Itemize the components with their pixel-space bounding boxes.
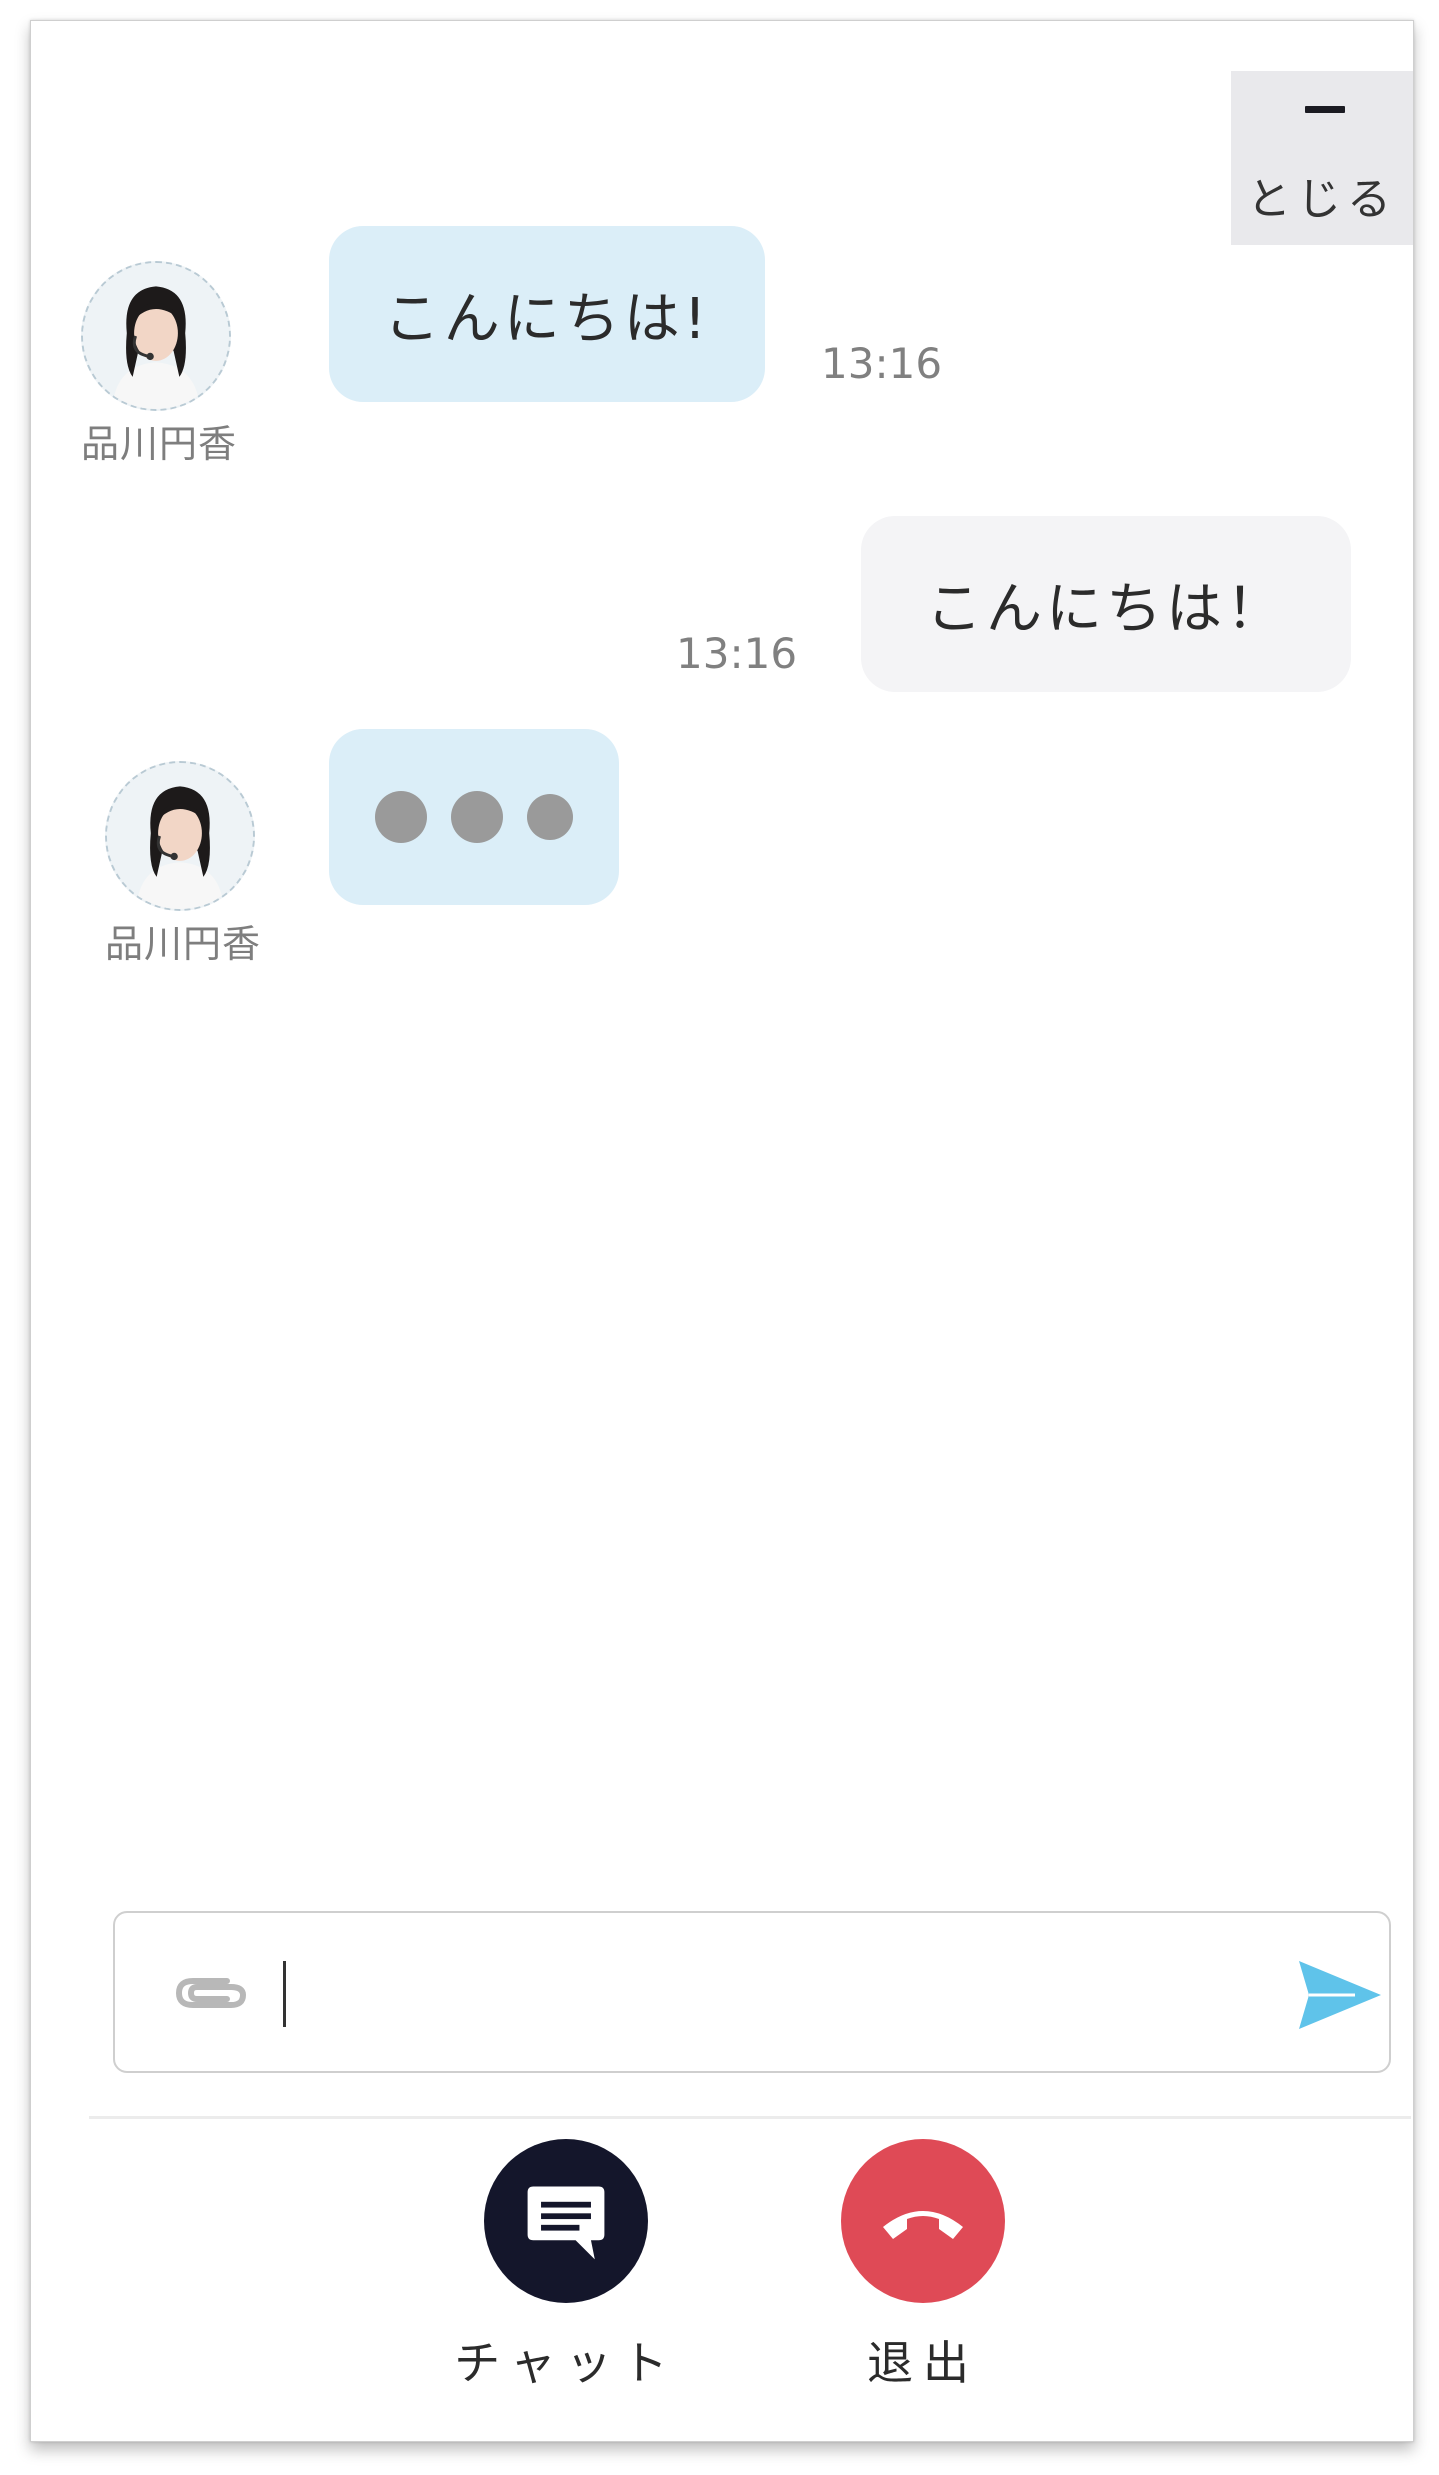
leave-button[interactable] [841,2139,1005,2303]
paperclip-icon[interactable] [169,1963,253,2023]
typing-indicator [329,729,619,905]
message-input[interactable] [275,1943,1279,2045]
phone-hangup-icon [883,2211,963,2239]
close-button[interactable]: とじる [1231,71,1413,245]
send-button[interactable] [1295,1955,1385,2035]
user-message-bubble: こんにちは！ [861,516,1351,692]
chat-bubble-icon [527,2186,605,2260]
message-time: 13:16 [821,339,943,388]
chat-button[interactable] [484,2139,648,2303]
chat-window: とじる 品川円香 こんにちは! 13:16 こんにちは！ 13:16 品川円香 … [30,20,1414,2442]
leave-label: 退出 [867,2336,979,2390]
agent-name: 品川円香 [81,422,238,466]
message-time: 13:16 [676,629,798,678]
send-icon [1299,1961,1381,2029]
typing-dot [527,794,573,840]
text-caret [283,1961,286,2027]
message-composer [113,1911,1391,2073]
typing-dot [375,791,427,843]
agent-avatar [105,761,255,911]
close-label: とじる [1247,175,1397,224]
minus-icon [1305,106,1345,113]
message-text: こんにちは！ [926,576,1286,642]
message-text: こんにちは! [383,286,711,352]
footer-divider [89,2116,1411,2119]
agent-name: 品川円香 [105,922,262,966]
chat-label: チャット [454,2336,678,2390]
leave-action: 退出 [793,2139,1053,2393]
agent-avatar [81,261,231,411]
typing-dot [451,791,503,843]
agent-message-bubble: こんにちは! [329,226,765,402]
chat-action: チャット [436,2139,696,2393]
